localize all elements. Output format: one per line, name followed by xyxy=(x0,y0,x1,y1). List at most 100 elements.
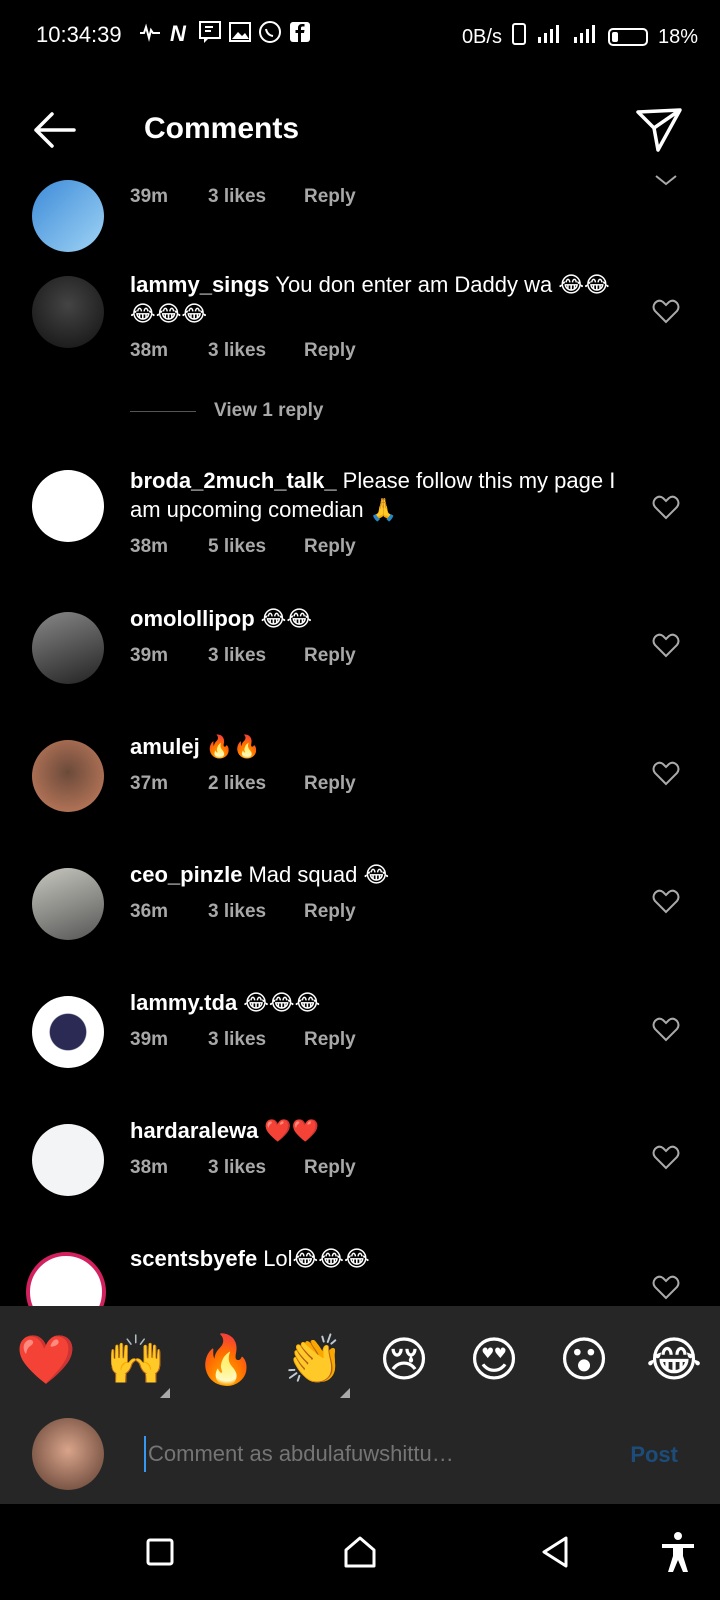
comment-time: 39m xyxy=(130,186,169,207)
comment-meta: 38m 5 likes Reply xyxy=(130,536,620,558)
comment-time: 36m xyxy=(130,901,169,922)
reaction-raised-hands[interactable]: 🙌 xyxy=(106,1330,166,1390)
comment-time: 38m xyxy=(130,536,169,557)
comment-likes[interactable]: 3 likes xyxy=(208,645,304,667)
status-bar: 10:34:39 N 0B/s 18% xyxy=(0,0,720,72)
reply-button[interactable]: Reply xyxy=(304,186,356,208)
page-title: Comments xyxy=(144,112,300,145)
avatar[interactable] xyxy=(32,180,104,252)
reaction-heart[interactable]: ❤️ xyxy=(16,1330,76,1390)
gallery-icon xyxy=(228,20,252,44)
battery-fill xyxy=(611,32,618,42)
status-time: 10:34:39 xyxy=(36,22,122,47)
signal-icon-2 xyxy=(572,23,598,51)
comment-text: lammy.tda 😂😂😂 xyxy=(130,988,620,1017)
accessibility-button[interactable] xyxy=(654,1528,702,1576)
accessibility-icon xyxy=(662,1532,694,1572)
home-icon xyxy=(344,1536,376,1568)
reply-button[interactable]: Reply xyxy=(304,1029,356,1051)
home-button[interactable] xyxy=(336,1528,384,1576)
header: Comments xyxy=(0,90,720,170)
comment-likes[interactable]: 5 likes xyxy=(208,536,304,558)
chevron-down-icon[interactable] xyxy=(652,172,680,198)
comment-username[interactable]: lammy_sings xyxy=(130,272,269,297)
avatar[interactable] xyxy=(32,470,104,542)
comment-likes[interactable]: 3 likes xyxy=(208,186,304,208)
reaction-heart-eyes[interactable]: 😍 xyxy=(464,1330,524,1390)
comment-username[interactable]: hardaralewa xyxy=(130,1118,258,1143)
reaction-clap[interactable]: 👏 xyxy=(284,1330,344,1390)
user-avatar xyxy=(32,1418,104,1490)
avatar[interactable] xyxy=(32,868,104,940)
post-button[interactable]: Post xyxy=(630,1442,678,1468)
comment-username[interactable]: amulej xyxy=(130,734,200,759)
comment-time: 38m xyxy=(130,340,169,361)
reaction-surprised[interactable]: 😮 xyxy=(554,1330,614,1390)
comment-meta: 39m 3 likes Reply xyxy=(130,1029,620,1051)
reply-button[interactable]: Reply xyxy=(304,340,356,362)
comment-text: omolollipop 😂😂 xyxy=(130,604,620,633)
back-arrow-icon xyxy=(34,112,76,148)
avatar[interactable] xyxy=(32,276,104,348)
heart-icon[interactable] xyxy=(652,1274,680,1300)
comment-time: 38m xyxy=(130,1157,169,1178)
comment-likes[interactable]: 3 likes xyxy=(208,1157,304,1179)
avatar[interactable] xyxy=(32,612,104,684)
comment-meta: 39m 3 likes Reply xyxy=(130,645,620,667)
comment-time: 39m xyxy=(130,645,169,666)
status-right: 0B/s 18% xyxy=(462,22,698,52)
comment-meta: 39m 3 likes Reply xyxy=(130,186,620,208)
reaction-laughing[interactable]: 😂 xyxy=(644,1330,704,1390)
comment-meta: 37m 2 likes Reply xyxy=(130,773,620,795)
phone-icon xyxy=(511,22,526,52)
view-replies-button[interactable]: View 1 reply xyxy=(130,400,324,422)
comment-username[interactable]: lammy.tda xyxy=(130,990,237,1015)
reaction-fire[interactable]: 🔥 xyxy=(196,1330,256,1390)
facebook-icon xyxy=(288,20,312,44)
comment-likes[interactable]: 3 likes xyxy=(208,901,304,923)
battery-icon xyxy=(607,28,648,46)
reply-button[interactable]: Reply xyxy=(304,1157,356,1179)
svg-text:N: N xyxy=(170,21,187,44)
reply-button[interactable]: Reply xyxy=(304,536,356,558)
comment-likes[interactable]: 2 likes xyxy=(208,773,304,795)
avatar[interactable] xyxy=(32,996,104,1068)
avatar[interactable] xyxy=(32,1124,104,1196)
triangle-back-icon xyxy=(542,1536,568,1568)
reaction-crying[interactable]: 😢 xyxy=(374,1330,434,1390)
comment-username[interactable]: scentsbyefe xyxy=(130,1246,257,1271)
reply-button[interactable]: Reply xyxy=(304,773,356,795)
reply-button[interactable]: Reply xyxy=(304,901,356,923)
comment-text: scentsbyefe Lol😂😂😂 xyxy=(130,1244,620,1273)
comment-likes[interactable]: 3 likes xyxy=(208,1029,304,1051)
signal-icon xyxy=(536,23,562,51)
skin-tone-indicator xyxy=(160,1388,170,1398)
heart-icon[interactable] xyxy=(652,298,680,324)
avatar-story-ring[interactable] xyxy=(26,1252,106,1306)
comment-input[interactable] xyxy=(144,1436,598,1472)
heart-icon[interactable] xyxy=(652,494,680,520)
reply-button[interactable]: Reply xyxy=(304,645,356,667)
comment-likes[interactable]: 3 likes xyxy=(208,340,304,362)
comment-content: 😂😂 xyxy=(260,606,313,631)
heart-icon[interactable] xyxy=(652,888,680,914)
comment-username[interactable]: omolollipop xyxy=(130,606,255,631)
heart-icon[interactable] xyxy=(652,632,680,658)
comment-content: Lol😂😂😂 xyxy=(263,1246,370,1271)
comment-meta: 38m 3 likes Reply xyxy=(130,340,620,362)
heart-icon[interactable] xyxy=(652,760,680,786)
comment-username[interactable]: broda_2much_talk_ xyxy=(130,468,337,493)
comment-text: hardaralewa ❤️❤️ xyxy=(130,1116,620,1145)
comment-time: 37m xyxy=(130,773,169,794)
divider xyxy=(130,410,196,412)
back-button[interactable] xyxy=(30,110,80,150)
comment-username[interactable]: ceo_pinzle xyxy=(130,862,242,887)
heart-icon[interactable] xyxy=(652,1016,680,1042)
heart-icon[interactable] xyxy=(652,1144,680,1170)
back-nav-button[interactable] xyxy=(532,1528,580,1576)
avatar[interactable] xyxy=(32,740,104,812)
network-speed: 0B/s xyxy=(461,25,502,48)
comments-list[interactable]: 39m 3 likes Reply lammy_sings You don ent… xyxy=(0,170,720,1306)
share-button[interactable] xyxy=(634,104,684,154)
recents-button[interactable] xyxy=(136,1528,184,1576)
